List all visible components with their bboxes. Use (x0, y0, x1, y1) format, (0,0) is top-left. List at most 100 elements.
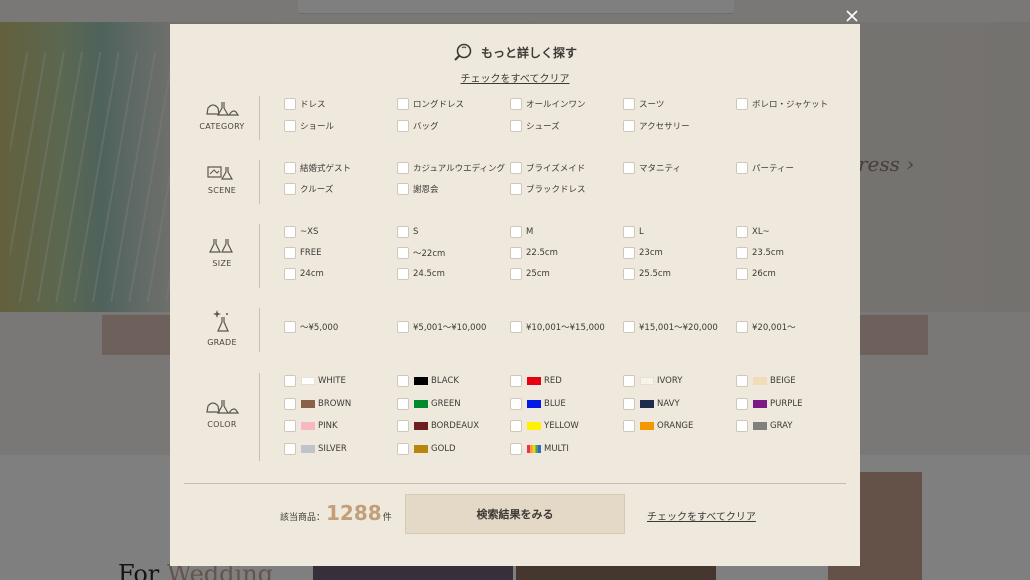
grade-checkbox[interactable] (510, 321, 522, 333)
color-checkbox[interactable] (623, 375, 635, 387)
category-option[interactable]: ショール (284, 120, 334, 132)
category-checkbox[interactable] (397, 120, 409, 132)
scene-checkbox[interactable] (284, 162, 296, 174)
color-option[interactable]: GREEN (397, 398, 461, 410)
size-option[interactable]: M (510, 226, 533, 238)
color-checkbox[interactable] (510, 443, 522, 455)
category-checkbox[interactable] (510, 120, 522, 132)
size-option[interactable]: 23cm (623, 247, 663, 259)
grade-option[interactable]: ¥15,001～¥20,000 (623, 321, 718, 333)
size-checkbox[interactable] (397, 268, 409, 280)
size-checkbox[interactable] (284, 268, 296, 280)
color-checkbox[interactable] (623, 398, 635, 410)
grade-checkbox[interactable] (736, 321, 748, 333)
size-checkbox[interactable] (510, 226, 522, 238)
color-checkbox[interactable] (284, 420, 296, 432)
category-checkbox[interactable] (284, 98, 296, 110)
grade-option[interactable]: ¥10,001～¥15,000 (510, 321, 605, 333)
grade-option[interactable]: ～¥5,000 (284, 321, 338, 333)
color-checkbox[interactable] (397, 398, 409, 410)
size-option[interactable]: L (623, 226, 644, 238)
size-option[interactable]: S (397, 226, 418, 238)
category-checkbox[interactable] (736, 98, 748, 110)
color-checkbox[interactable] (284, 398, 296, 410)
color-checkbox[interactable] (397, 443, 409, 455)
color-checkbox[interactable] (397, 375, 409, 387)
category-option[interactable]: オールインワン (510, 98, 586, 110)
size-checkbox[interactable] (510, 247, 522, 259)
size-checkbox[interactable] (623, 247, 635, 259)
size-checkbox[interactable] (284, 247, 296, 259)
color-option[interactable]: YELLOW (510, 420, 579, 432)
color-checkbox[interactable] (736, 375, 748, 387)
category-checkbox[interactable] (623, 98, 635, 110)
size-checkbox[interactable] (623, 226, 635, 238)
color-option[interactable]: PURPLE (736, 398, 803, 410)
category-option[interactable]: スーツ (623, 98, 664, 110)
grade-option[interactable]: ¥5,001～¥10,000 (397, 321, 486, 333)
size-option[interactable]: ～22cm (397, 247, 445, 259)
color-option[interactable]: GRAY (736, 420, 793, 432)
scene-option[interactable]: マタニティ (623, 162, 681, 174)
color-option[interactable]: BLUE (510, 398, 566, 410)
size-checkbox[interactable] (510, 268, 522, 280)
color-option[interactable]: BORDEAUX (397, 420, 479, 432)
color-checkbox[interactable] (736, 398, 748, 410)
size-checkbox[interactable] (736, 226, 748, 238)
color-option[interactable]: MULTI (510, 443, 569, 455)
category-option[interactable]: アクセサリー (623, 120, 690, 132)
color-checkbox[interactable] (623, 420, 635, 432)
size-option[interactable]: ~XS (284, 226, 318, 238)
color-option[interactable]: GOLD (397, 443, 456, 455)
category-option[interactable]: シューズ (510, 120, 560, 132)
color-option[interactable]: ORANGE (623, 420, 693, 432)
color-checkbox[interactable] (397, 420, 409, 432)
size-checkbox[interactable] (736, 268, 748, 280)
category-checkbox[interactable] (284, 120, 296, 132)
scene-checkbox[interactable] (510, 183, 522, 195)
color-checkbox[interactable] (510, 375, 522, 387)
clear-all-link-top[interactable]: チェックをすべてクリア (461, 74, 570, 85)
search-results-button[interactable]: 検索結果をみる (405, 494, 625, 534)
size-option[interactable]: FREE (284, 247, 322, 259)
size-checkbox[interactable] (623, 268, 635, 280)
size-checkbox[interactable] (397, 247, 409, 259)
close-icon[interactable] (842, 6, 862, 26)
scene-checkbox[interactable] (736, 162, 748, 174)
color-option[interactable]: BEIGE (736, 375, 796, 387)
category-checkbox[interactable] (510, 98, 522, 110)
size-option[interactable]: 23.5cm (736, 247, 784, 259)
scene-checkbox[interactable] (284, 183, 296, 195)
size-checkbox[interactable] (736, 247, 748, 259)
category-checkbox[interactable] (623, 120, 635, 132)
color-checkbox[interactable] (284, 375, 296, 387)
color-checkbox[interactable] (510, 398, 522, 410)
size-option[interactable]: 25cm (510, 268, 550, 280)
color-option[interactable]: NAVY (623, 398, 680, 410)
size-option[interactable]: 26cm (736, 268, 776, 280)
scene-option[interactable]: ブライズメイド (510, 162, 585, 174)
scene-option[interactable]: パーティー (736, 162, 794, 174)
size-option[interactable]: 25.5cm (623, 268, 671, 280)
color-checkbox[interactable] (284, 443, 296, 455)
size-option[interactable]: 22.5cm (510, 247, 558, 259)
color-checkbox[interactable] (736, 420, 748, 432)
size-checkbox[interactable] (397, 226, 409, 238)
category-option[interactable]: ロングドレス (397, 98, 464, 110)
close-button[interactable] (842, 6, 862, 26)
scene-option[interactable]: カジュアルウエディング (397, 162, 505, 174)
color-option[interactable]: BLACK (397, 375, 459, 387)
scene-checkbox[interactable] (623, 162, 635, 174)
size-option[interactable]: 24.5cm (397, 268, 445, 280)
scene-option[interactable]: ブラックドレス (510, 183, 586, 195)
scene-option[interactable]: 結婚式ゲスト (284, 162, 351, 174)
scene-checkbox[interactable] (397, 162, 409, 174)
grade-checkbox[interactable] (623, 321, 635, 333)
size-option[interactable]: 24cm (284, 268, 324, 280)
category-option[interactable]: ドレス (284, 98, 326, 110)
clear-all-link-bottom[interactable]: チェックをすべてクリア (647, 508, 756, 523)
color-option[interactable]: BROWN (284, 398, 351, 410)
grade-option[interactable]: ¥20,001～ (736, 321, 796, 333)
color-option[interactable]: RED (510, 375, 562, 387)
category-checkbox[interactable] (397, 98, 409, 110)
